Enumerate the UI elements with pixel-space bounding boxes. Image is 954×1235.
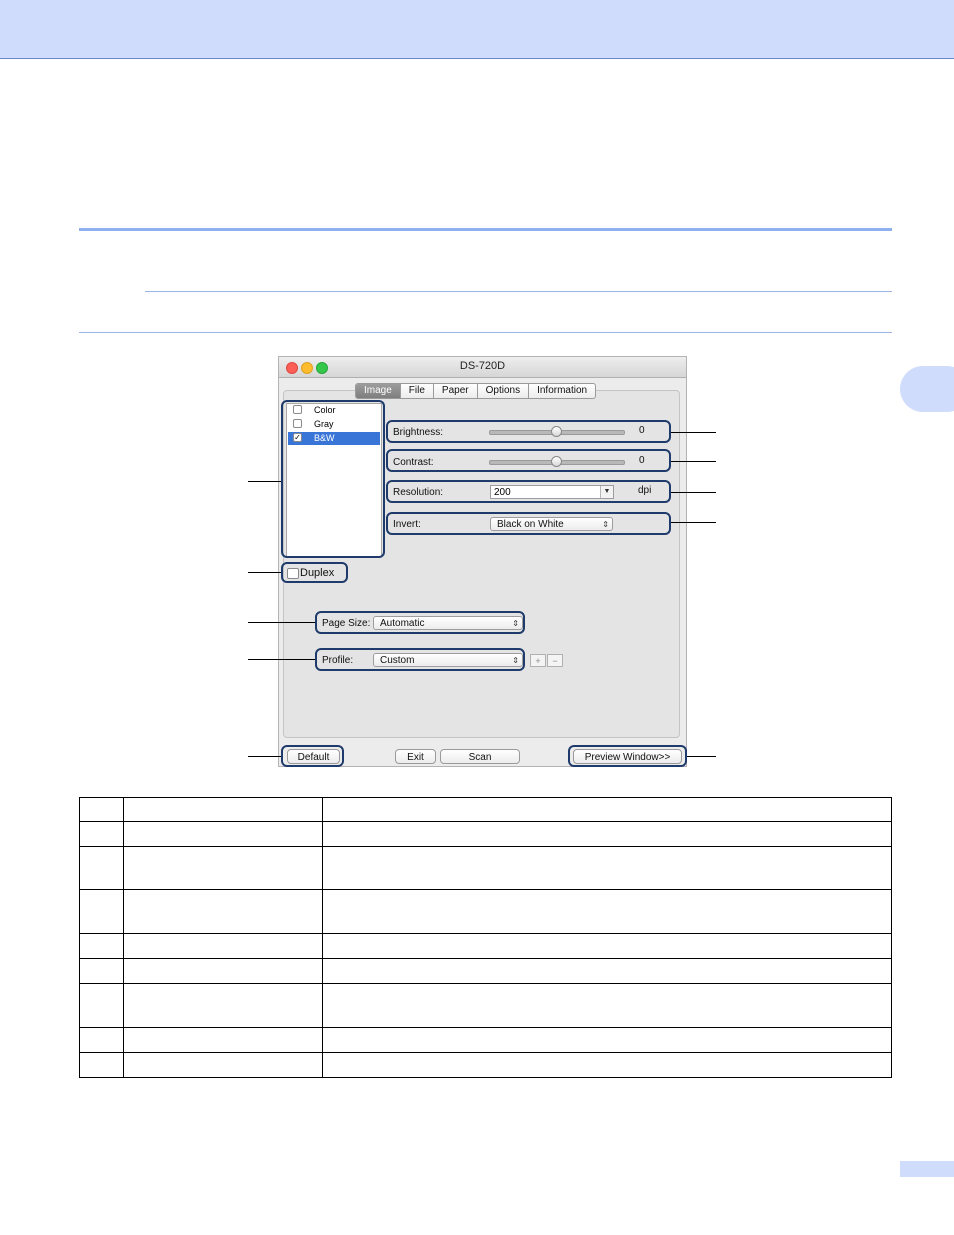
leader-line bbox=[671, 432, 716, 433]
tab-options[interactable]: Options bbox=[478, 384, 530, 398]
table-cell bbox=[322, 983, 892, 1028]
table-cell bbox=[322, 933, 892, 959]
section-rule bbox=[79, 228, 892, 231]
callout-profile bbox=[315, 648, 525, 671]
callout-resolution bbox=[386, 480, 671, 503]
chapter-tab bbox=[900, 366, 954, 412]
table-cell bbox=[322, 821, 892, 847]
table-cell bbox=[322, 889, 892, 934]
table-cell bbox=[123, 1027, 323, 1053]
table-cell bbox=[123, 933, 323, 959]
tab-file[interactable]: File bbox=[401, 384, 434, 398]
leader-line bbox=[248, 481, 281, 482]
leader-line bbox=[671, 461, 716, 462]
table-cell bbox=[79, 846, 124, 890]
window-title: DS-720D bbox=[459, 360, 506, 372]
table-cell bbox=[322, 846, 892, 890]
table-row bbox=[79, 889, 892, 934]
tab-bar: Image File Paper Options Information bbox=[355, 383, 597, 399]
callout-contrast bbox=[386, 449, 671, 472]
add-profile-button[interactable]: + bbox=[530, 654, 546, 667]
leader-line bbox=[248, 756, 281, 757]
callout-image-mode bbox=[281, 400, 385, 558]
leader-line bbox=[671, 492, 716, 493]
remove-profile-button[interactable]: − bbox=[547, 654, 563, 667]
tab-image[interactable]: Image bbox=[356, 384, 401, 398]
table-cell bbox=[79, 983, 124, 1028]
subsection-rule bbox=[145, 291, 892, 292]
callout-preview bbox=[568, 745, 687, 767]
table-cell bbox=[79, 933, 124, 959]
table-cell bbox=[123, 846, 323, 890]
table-cell bbox=[123, 889, 323, 934]
callout-page-size bbox=[315, 611, 525, 634]
callout-invert bbox=[386, 512, 671, 535]
table-cell bbox=[123, 1052, 323, 1078]
table-row bbox=[79, 983, 892, 1028]
tab-information[interactable]: Information bbox=[529, 384, 595, 398]
table-cell bbox=[322, 797, 892, 822]
leader-line bbox=[248, 572, 281, 573]
table-cell bbox=[123, 821, 323, 847]
leader-line bbox=[687, 756, 716, 757]
table-cell bbox=[79, 821, 124, 847]
table-cell bbox=[322, 958, 892, 984]
title-bar: DS-720D bbox=[279, 357, 686, 378]
leader-line bbox=[248, 622, 315, 623]
table-cell bbox=[79, 797, 124, 822]
leader-line bbox=[248, 659, 315, 660]
table-cell bbox=[79, 958, 124, 984]
scan-button[interactable]: Scan bbox=[440, 749, 520, 764]
header-band bbox=[0, 0, 954, 59]
table-cell bbox=[123, 958, 323, 984]
table-row bbox=[79, 821, 892, 847]
callout-brightness bbox=[386, 420, 671, 443]
table-cell bbox=[79, 1027, 124, 1053]
table-row bbox=[79, 933, 892, 959]
table-cell bbox=[79, 1052, 124, 1078]
table-cell bbox=[79, 889, 124, 934]
table-row bbox=[79, 1052, 892, 1078]
reference-table bbox=[79, 797, 892, 1078]
callout-duplex bbox=[281, 562, 348, 583]
leader-line bbox=[671, 522, 716, 523]
callout-default bbox=[281, 745, 344, 767]
exit-button[interactable]: Exit bbox=[395, 749, 436, 764]
subsection-rule-bottom bbox=[79, 332, 892, 333]
tab-paper[interactable]: Paper bbox=[434, 384, 478, 398]
table-row bbox=[79, 846, 892, 890]
page-number-tab bbox=[900, 1161, 954, 1177]
table-cell bbox=[322, 1052, 892, 1078]
table-row bbox=[79, 958, 892, 984]
table-row bbox=[79, 1027, 892, 1053]
table-cell bbox=[322, 1027, 892, 1053]
table-cell bbox=[123, 983, 323, 1028]
table-cell bbox=[123, 797, 323, 822]
table-row bbox=[79, 797, 892, 822]
